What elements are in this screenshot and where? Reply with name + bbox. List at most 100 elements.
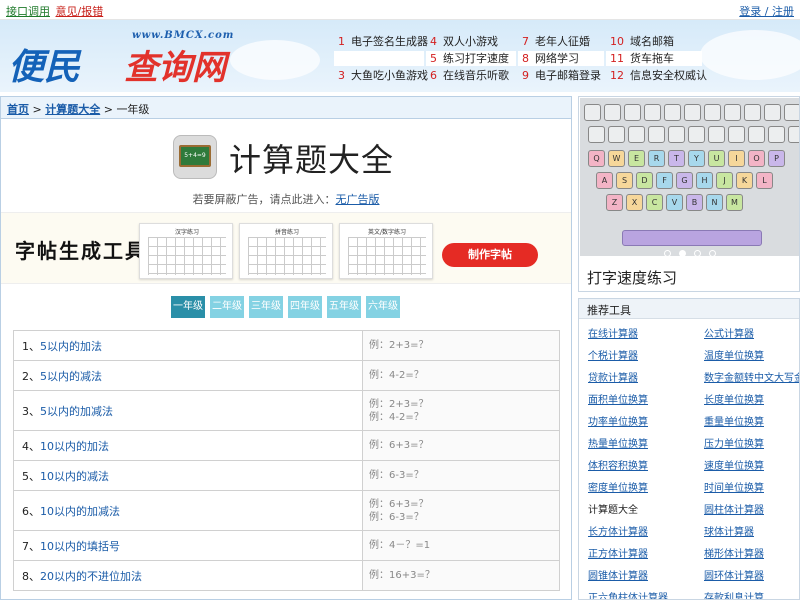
hot-link-number: 6 [430,69,437,82]
breadcrumb-parent[interactable]: 计算题大全 [45,103,100,116]
keyboard-key [748,126,765,143]
example-cell: 例：6-3=？ [362,460,560,491]
question-link[interactable]: 5以内的加法 [40,340,102,353]
tool-link[interactable]: 速度单位换算 [704,457,764,472]
keyboard-key [744,104,761,121]
keyboard-key [628,126,645,143]
site-logo[interactable]: www.BMCX.com 便民 查询网 [8,28,248,88]
carousel-dot[interactable] [709,250,716,256]
tool-link[interactable]: 压力单位换算 [704,435,764,450]
typing-title[interactable]: 打字速度练习 [587,267,677,288]
feedback-link[interactable]: 意见/报错 [56,5,104,18]
example-text: 例：4-2=？ [369,411,424,423]
tool-link[interactable]: 公式计算器 [704,325,754,340]
tool-link[interactable]: 长方体计算器 [588,523,648,538]
grade-tab[interactable]: 二年级 [210,296,244,318]
api-link[interactable]: 接口调用 [6,5,50,18]
hot-link-item[interactable]: 8 网络学习 [518,51,604,66]
keyboard-key: P [768,150,785,167]
copybook-banner[interactable]: 字帖生成工具 汉字练习 拼音练习 英文/数字练习 制作字帖 [1,212,571,284]
tool-link[interactable]: 面积单位换算 [588,391,648,406]
grade-tab[interactable]: 五年级 [327,296,361,318]
tool-link[interactable]: 长度单位换算 [704,391,764,406]
tool-link[interactable]: 贷款计算器 [588,369,638,384]
question-link[interactable]: 10以内的填括号 [40,540,120,553]
tool-link[interactable]: 密度单位换算 [588,479,648,494]
tool-link[interactable]: 体积容积换算 [588,457,648,472]
keyboard-key [688,126,705,143]
question-number: 1、 [22,339,40,353]
question-cell: 6、10以内的加减法 [13,490,363,531]
tool-link[interactable]: 圆环体计算器 [704,567,764,582]
blackboard-icon: 5+4=9 [173,135,217,179]
question-link[interactable]: 10以内的减法 [40,470,109,483]
keyboard-key: L [756,172,773,189]
hot-link-item[interactable]: 6 在线音乐听歌 [426,68,516,83]
tool-link[interactable]: 时间单位换算 [704,479,764,494]
question-number: 5、 [22,469,40,483]
tool-link[interactable]: 圆柱体计算器 [704,501,764,516]
grade-tab[interactable]: 一年级 [171,296,205,318]
question-link[interactable]: 5以内的减法 [40,370,102,383]
tool-link[interactable]: 温度单位换算 [704,347,764,362]
login-register-text[interactable]: 登录 / 注册 [739,5,794,18]
keyboard-key: O [748,150,765,167]
carousel-dot[interactable] [694,250,701,256]
hot-link-item[interactable]: 1 电子签名生成器 [334,34,428,49]
tool-link[interactable]: 计算题大全 [588,501,638,516]
hot-link-item[interactable]: 7 老年人征婚 [518,34,604,49]
tool-link[interactable]: 梯形体计算器 [704,545,764,560]
grade-tab[interactable]: 六年级 [366,296,400,318]
question-row: 1、5以内的加法 例：2+3=？ [13,330,560,361]
tool-link[interactable]: 正六角柱体计算器 [588,589,668,599]
grade-tab[interactable]: 四年级 [288,296,322,318]
tool-link[interactable]: 个税计算器 [588,347,638,362]
example-text: 例：6+3=？ [369,440,429,451]
login-link[interactable]: 登录 / 注册 [739,3,794,19]
hot-link-item[interactable]: 3 大鱼吃小鱼游戏 [334,68,428,83]
hot-link-item[interactable]: 10 域名邮箱 [606,34,702,49]
tool-link[interactable]: 圆锥体计算器 [588,567,648,582]
keyboard-key [668,126,685,143]
example-cell: 例：6+3=？ [362,430,560,461]
hot-link-item[interactable]: 12 信息安全权威认 [606,68,707,83]
tool-link[interactable]: 重量单位换算 [704,413,764,428]
question-link[interactable]: 10以内的加法 [40,440,109,453]
breadcrumb-home[interactable]: 首页 [7,103,29,116]
question-number: 4、 [22,439,40,453]
keyboard-key: K [736,172,753,189]
hot-link-item[interactable]: 4 双人小游戏 [426,34,516,49]
no-ad-link[interactable]: 无广告版 [336,193,380,206]
site-header: www.BMCX.com 便民 查询网 1 电子签名生成器 2 打字软件 3 大鱼吃小鱼游… [0,20,800,92]
hot-link-item[interactable]: 2 打字软件 [334,51,424,66]
carousel-dot[interactable] [664,250,671,256]
typing-practice-card[interactable]: QWERTYUIOP ASDFGHJKL ZXCVBNM 打字速度练习 [578,96,800,292]
tool-link[interactable]: 球体计算器 [704,523,754,538]
carousel-dots [580,246,799,256]
make-copybook-button[interactable]: 制作字帖 [442,243,538,267]
breadcrumb: 首页 > 计算题大全 > 一年级 [1,97,571,119]
tool-link[interactable]: 正方体计算器 [588,545,648,560]
question-link[interactable]: 20以内的不进位加法 [40,570,142,583]
tool-link[interactable]: 存款利息计算 [704,589,764,599]
question-link[interactable]: 10以内的加减法 [40,505,120,518]
hot-link-item[interactable]: 11 货车拖车 [606,51,702,66]
hot-link-item[interactable]: 9 电子邮箱登录 [518,68,604,83]
tool-link[interactable]: 热量单位换算 [588,435,648,450]
hot-link-item[interactable]: 5 练习打字速度 [426,51,516,66]
carousel-dot-active[interactable] [679,250,686,256]
example-cell: 例：2+3=？ [362,330,560,361]
example-cell: 例：4-2=？ [362,360,560,391]
question-link[interactable]: 5以内的加减法 [40,405,113,418]
tool-link[interactable]: 数字金额转中文大写金额 [704,369,799,384]
keyboard-key: R [648,150,665,167]
example-cell: 例：6+3=？ 例：6-3=？ [362,490,560,531]
keyboard-key [704,104,721,121]
tool-link[interactable]: 在线计算器 [588,325,638,340]
hot-link-number: 12 [610,69,624,82]
grade-tab[interactable]: 三年级 [249,296,283,318]
example-text: 例：16+3=？ [369,570,435,581]
tool-link[interactable]: 功率单位换算 [588,413,648,428]
keyboard-key: Q [588,150,605,167]
example-text: 例：6-3=？ [369,511,424,523]
